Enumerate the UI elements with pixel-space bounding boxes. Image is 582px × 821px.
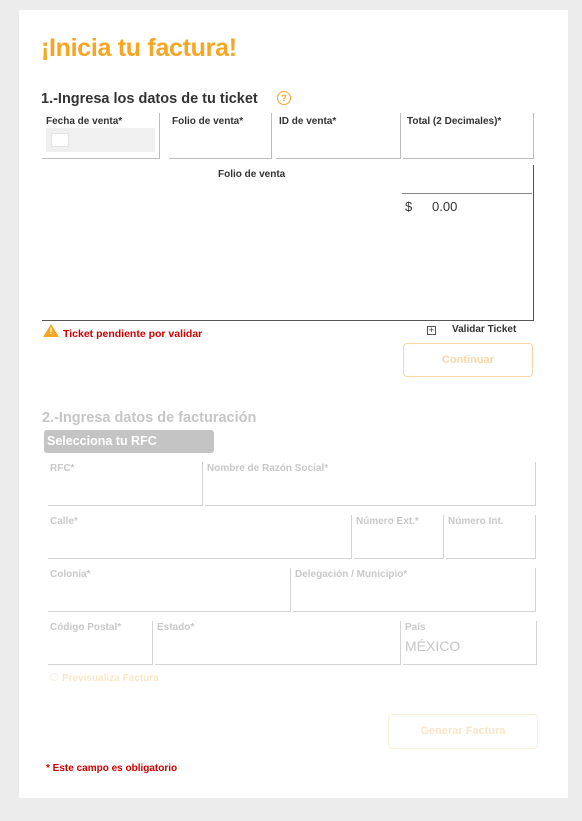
int-number-field[interactable]: Número Int.	[446, 515, 536, 559]
sale-date-field[interactable]: Fecha de venta*	[42, 113, 160, 159]
sale-folio-field[interactable]: Folio de venta*	[169, 113, 272, 159]
sale-date-input[interactable]	[46, 128, 155, 152]
ext-number-field[interactable]: Número Ext.*	[354, 515, 444, 559]
total-field[interactable]: Total (2 Decimales)*	[403, 113, 534, 159]
invoice-card: ¡Inicia tu factura! 1.-Ingresa los datos…	[19, 10, 568, 798]
total-divider	[402, 193, 532, 194]
sale-date-label: Fecha de venta*	[46, 116, 123, 127]
country-label: País	[405, 622, 426, 633]
calendar-icon[interactable]	[51, 133, 69, 147]
sale-id-field[interactable]: ID de venta*	[276, 113, 401, 159]
preview-checkbox[interactable]	[50, 673, 58, 681]
warning-triangle-icon: !	[43, 324, 59, 337]
question-circle-icon[interactable]: ?	[277, 91, 291, 105]
postal-code-label: Código Postal*	[50, 622, 122, 633]
postal-code-field[interactable]: Código Postal*	[48, 621, 153, 665]
municipality-label: Delegación / Municipio*	[295, 569, 408, 580]
sale-folio-label: Folio de venta*	[172, 116, 244, 127]
currency-symbol: $	[405, 199, 413, 214]
country-field[interactable]: País MÉXICO	[403, 621, 537, 665]
ticket-section-title: 1.-Ingresa los datos de tu ticket	[41, 91, 258, 107]
ticket-status-warning: Ticket pendiente por validar	[63, 328, 203, 340]
business-name-field[interactable]: Nombre de Razón Social*	[205, 462, 536, 506]
neighborhood-field[interactable]: Colonia*	[48, 568, 291, 612]
int-number-label: Número Int.	[448, 516, 504, 527]
sale-id-label: ID de venta*	[279, 116, 337, 127]
plus-icon[interactable]: +	[427, 326, 436, 335]
rfc-select[interactable]: Selecciona tu RFC	[44, 430, 214, 453]
business-name-label: Nombre de Razón Social*	[207, 463, 329, 474]
billing-section-title: 2.-Ingresa datos de facturación	[42, 410, 257, 426]
state-field[interactable]: Estado*	[155, 621, 401, 665]
rfc-label: RFC*	[50, 463, 75, 474]
total-label: Total (2 Decimales)*	[407, 116, 502, 127]
street-field[interactable]: Calle*	[48, 515, 352, 559]
continue-button[interactable]: Continuar	[403, 343, 533, 377]
total-value: 0.00	[432, 199, 458, 214]
validate-ticket-link[interactable]: Validar Ticket	[452, 324, 516, 335]
required-field-note: * Este campo es obligatorio	[46, 763, 178, 774]
municipality-field[interactable]: Delegación / Municipio*	[293, 568, 536, 612]
page-title: ¡Inicia tu factura!	[41, 34, 237, 62]
table-folio-header: Folio de venta	[218, 169, 286, 180]
street-label: Calle*	[50, 516, 78, 527]
preview-invoice-label[interactable]: Previsualiza Factura	[62, 673, 159, 684]
generate-invoice-button[interactable]: Generar Factura	[388, 714, 538, 749]
ticket-table: Folio de venta $ 0.00	[42, 165, 534, 321]
state-label: Estado*	[157, 622, 195, 633]
neighborhood-label: Colonia*	[50, 569, 91, 580]
ext-number-label: Número Ext.*	[356, 516, 419, 527]
rfc-field[interactable]: RFC*	[48, 462, 203, 506]
country-value: MÉXICO	[405, 638, 461, 654]
